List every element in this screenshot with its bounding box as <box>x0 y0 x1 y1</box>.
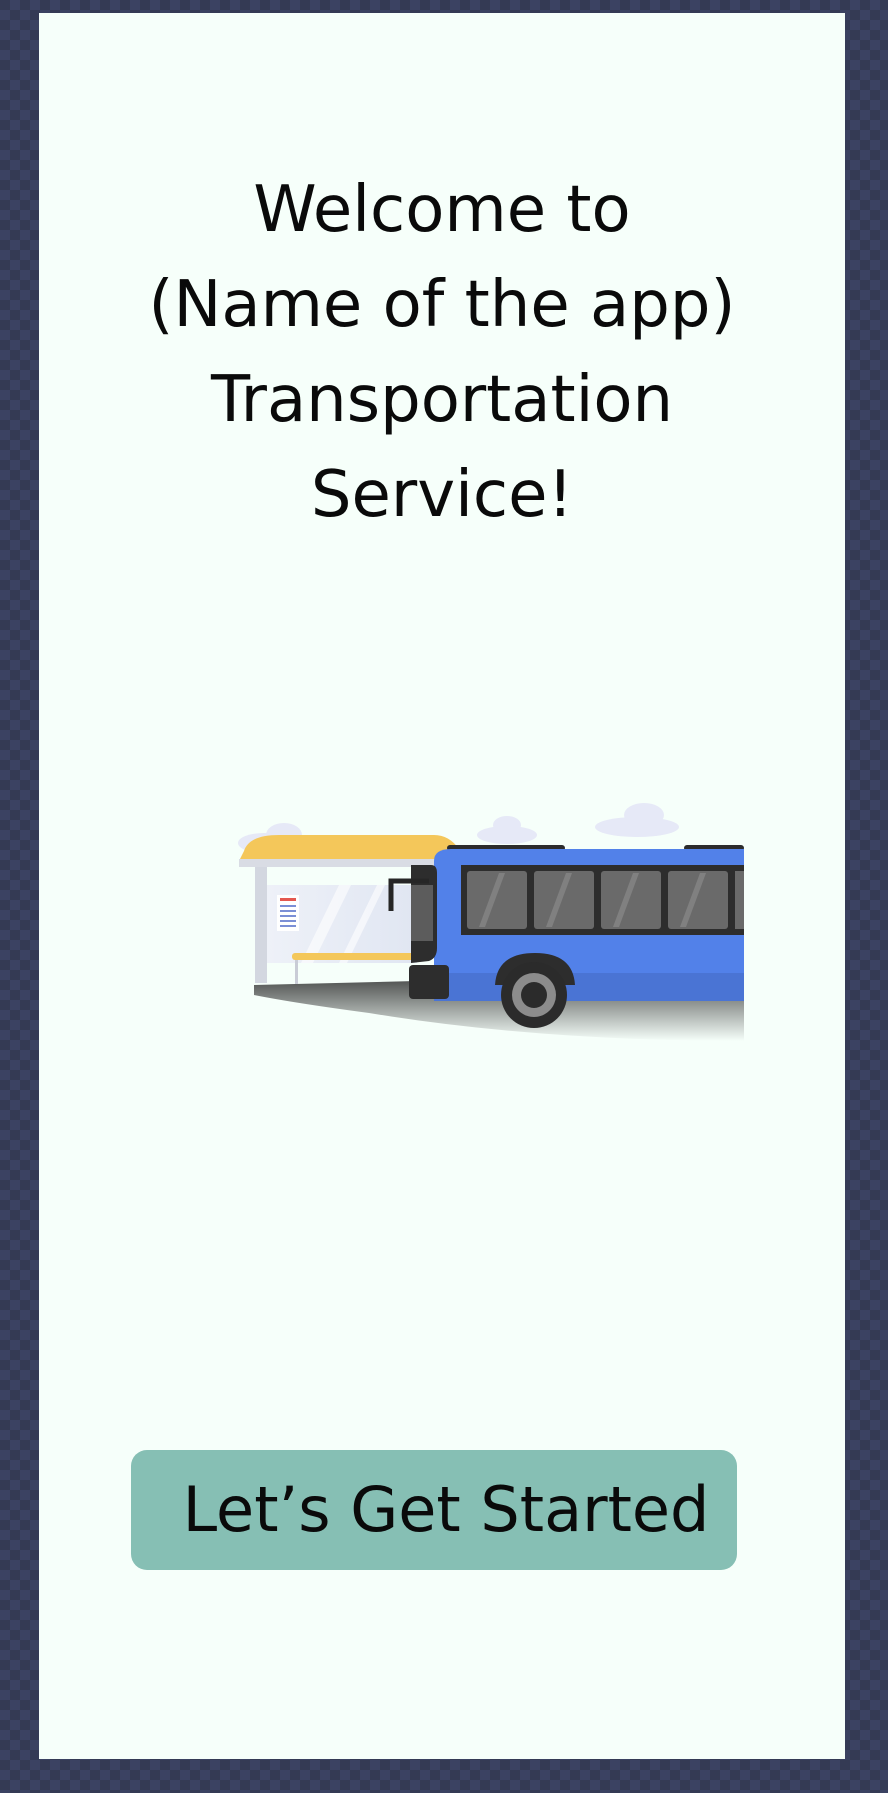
get-started-button[interactable]: Let’s Get Started <box>131 1450 737 1570</box>
welcome-screen: Welcome to (Name of the app) Transportat… <box>39 13 845 1759</box>
welcome-heading: Welcome to (Name of the app) Transportat… <box>39 163 845 543</box>
bus-stop-illustration <box>238 803 744 1041</box>
welcome-line-4: Service! <box>310 458 574 532</box>
bus-icon <box>388 845 744 1028</box>
welcome-line-3: Transportation <box>210 363 674 437</box>
welcome-line-app-name: (Name of the app) <box>148 268 736 342</box>
welcome-line-1: Welcome to <box>253 173 631 247</box>
